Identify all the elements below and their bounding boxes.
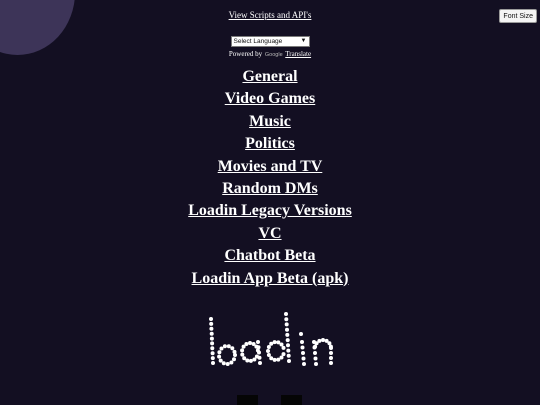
logo-dot xyxy=(329,346,333,350)
language-select[interactable]: Select Language ▼ xyxy=(230,36,310,47)
bottom-block-left xyxy=(237,395,258,405)
logo-dot xyxy=(256,345,261,350)
logo-dot xyxy=(248,358,253,363)
logo-dot xyxy=(244,342,249,346)
logo-dot xyxy=(299,332,303,336)
logo-dot xyxy=(226,344,231,349)
powered-by-label: Powered by xyxy=(228,50,263,58)
logo-dot xyxy=(266,349,270,353)
menu-link-music[interactable]: Music xyxy=(0,111,540,133)
logo-dot xyxy=(327,341,332,346)
logo-dot xyxy=(276,357,281,362)
logo-dot xyxy=(269,341,274,346)
font-size-button[interactable]: Font Size xyxy=(499,9,537,23)
logo-dot xyxy=(302,362,306,366)
menu-link-general[interactable]: General xyxy=(0,66,540,88)
language-select-value: Select Language xyxy=(233,38,283,45)
logo-dot xyxy=(219,346,224,351)
logo-dot xyxy=(272,357,277,362)
logo-dot xyxy=(252,357,257,362)
logo-dot xyxy=(279,342,284,347)
logo-dot xyxy=(286,353,291,358)
menu-link-random-dms[interactable]: Random DMs xyxy=(0,178,540,200)
logo-dot xyxy=(286,343,290,348)
menu-link-vc[interactable]: VC xyxy=(0,223,540,245)
logo-dot xyxy=(300,345,305,350)
logo-dot xyxy=(329,351,333,355)
logo-dot xyxy=(281,345,286,350)
logo-dot xyxy=(317,338,322,343)
logo-dot xyxy=(269,356,274,361)
loadin-logo xyxy=(209,312,333,366)
logo-dot xyxy=(209,326,214,331)
logo-dot xyxy=(257,355,262,360)
logo-dot xyxy=(301,351,305,355)
translate-link[interactable]: Translate xyxy=(285,50,311,58)
logo-dot xyxy=(209,321,214,326)
logo-dot xyxy=(232,349,237,354)
menu-link-chatbot-beta[interactable]: Chatbot Beta xyxy=(0,245,540,267)
bottom-block-right xyxy=(281,395,302,405)
logo-dot xyxy=(286,348,291,353)
logo-dot xyxy=(285,332,290,337)
logo-dot xyxy=(221,361,226,366)
logo-dot xyxy=(258,361,262,365)
google-translate-widget: Select Language ▼ Powered by Google Tran… xyxy=(0,30,540,60)
logo-dot xyxy=(242,356,247,361)
logo-dot xyxy=(256,340,260,344)
logo-dot xyxy=(285,338,290,343)
logo-dot xyxy=(240,352,245,357)
menu-link-legacy-versions[interactable]: Loadin Legacy Versions xyxy=(0,200,540,222)
logo-dot xyxy=(321,338,325,342)
logo-dot xyxy=(232,357,236,362)
logo-dot xyxy=(266,345,271,349)
logo-dot xyxy=(218,358,223,363)
logo-dot xyxy=(301,356,306,361)
logo-dot xyxy=(211,361,215,365)
logo-dot xyxy=(281,352,286,357)
logo-dot xyxy=(222,344,227,349)
page: View Scripts and API's Font Size Select … xyxy=(0,0,540,405)
logo-dot xyxy=(285,327,289,332)
chevron-down-icon: ▼ xyxy=(300,38,307,44)
logo-dot xyxy=(248,341,252,345)
logo-dot xyxy=(230,346,235,351)
logo-dot xyxy=(284,322,289,327)
powered-by-line: Powered by Google Translate xyxy=(0,49,540,60)
view-scripts-link[interactable]: View Scripts and API's xyxy=(229,10,312,20)
logo-dot xyxy=(217,350,222,355)
logo-dot xyxy=(313,344,318,349)
logo-dot xyxy=(284,317,289,322)
logo-dot xyxy=(225,362,230,366)
logo-dot xyxy=(257,350,261,355)
logo-dot xyxy=(229,360,234,365)
menu-link-movies-and-tv[interactable]: Movies and TV xyxy=(0,156,540,178)
logo-dot xyxy=(209,331,214,336)
logo-dot xyxy=(272,340,277,345)
logo-dot xyxy=(240,348,245,353)
logo-dot xyxy=(210,356,215,361)
logo-dot xyxy=(313,351,317,355)
logo-dot xyxy=(313,356,318,361)
menu-link-video-games[interactable]: Video Games xyxy=(0,88,540,110)
logo-dot xyxy=(329,361,333,365)
logo-dot xyxy=(210,341,215,346)
logo-dot xyxy=(209,336,214,341)
logo-dot xyxy=(209,317,213,321)
logo-dot xyxy=(300,340,304,344)
logo-dot xyxy=(314,362,318,366)
menu-link-app-beta[interactable]: Loadin App Beta (apk) xyxy=(0,268,540,290)
main-menu: General Video Games Music Politics Movie… xyxy=(0,66,540,290)
scripts-link-container: View Scripts and API's xyxy=(0,9,540,21)
logo-dot xyxy=(210,351,215,356)
menu-link-politics[interactable]: Politics xyxy=(0,133,540,155)
logo-dot xyxy=(284,312,288,316)
logo-dot xyxy=(287,359,291,363)
logo-dot xyxy=(329,356,333,360)
logo-dot xyxy=(217,354,222,359)
logo-dot xyxy=(266,353,271,357)
google-logo: Google xyxy=(264,52,283,58)
logo-dot xyxy=(210,346,215,351)
